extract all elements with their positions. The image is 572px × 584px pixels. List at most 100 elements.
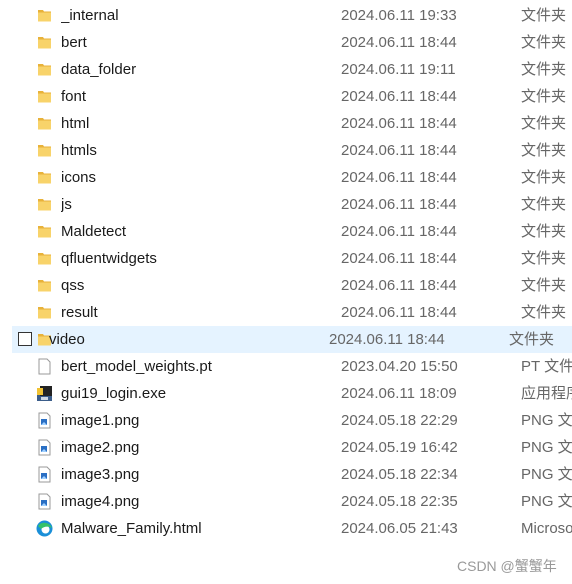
file-date: 2024.06.11 18:44 <box>341 250 457 267</box>
file-name: result <box>61 304 98 321</box>
file-type: 文件夹 <box>521 142 567 159</box>
file-type: 文件夹 <box>509 331 555 348</box>
file-date: 2024.06.11 18:44 <box>341 169 457 186</box>
file-type: 文件夹 <box>521 277 567 294</box>
file-type: 文件夹 <box>521 169 567 186</box>
file-row[interactable]: image1.png 2024.05.18 22:29 PNG 文件 <box>0 407 572 434</box>
file-name: qss <box>61 277 85 294</box>
file-row[interactable]: htmls 2024.06.11 18:44 文件夹 <box>0 137 572 164</box>
image-file-icon <box>36 466 53 483</box>
folder-icon <box>36 277 53 294</box>
image-file-icon <box>36 439 53 456</box>
select-checkbox[interactable] <box>18 332 32 346</box>
folder-icon <box>36 196 53 213</box>
file-name: video <box>49 331 85 348</box>
file-name: htmls <box>61 142 97 159</box>
file-list: _internal 2024.06.11 19:33 文件夹 bert 2024… <box>0 2 572 542</box>
file-row[interactable]: js 2024.06.11 18:44 文件夹 <box>0 191 572 218</box>
file-name: image3.png <box>61 466 140 483</box>
folder-icon <box>36 7 53 24</box>
file-type: PNG 文件 <box>521 466 572 483</box>
file-row[interactable]: _internal 2024.06.11 19:33 文件夹 <box>0 2 572 29</box>
file-name: _internal <box>61 7 119 24</box>
file-type: 文件夹 <box>521 61 567 78</box>
file-row[interactable]: Malware_Family.html 2024.06.05 21:43 Mic… <box>0 515 572 542</box>
file-row[interactable]: result 2024.06.11 18:44 文件夹 <box>0 299 572 326</box>
folder-icon <box>36 142 53 159</box>
file-date: 2024.06.11 19:33 <box>341 7 457 24</box>
file-date: 2024.06.11 18:44 <box>341 223 457 240</box>
file-name: icons <box>61 169 97 186</box>
folder-icon <box>36 115 53 132</box>
file-name: html <box>61 115 90 132</box>
folder-icon <box>36 250 53 267</box>
file-icon <box>36 358 53 375</box>
edge-icon <box>36 520 53 537</box>
file-date: 2024.06.11 18:44 <box>341 196 457 213</box>
file-row[interactable]: bert 2024.06.11 18:44 文件夹 <box>0 29 572 56</box>
file-row[interactable]: bert_model_weights.pt 2023.04.20 15:50 P… <box>0 353 572 380</box>
file-type: 文件夹 <box>521 196 567 213</box>
file-date: 2024.06.11 18:44 <box>341 88 457 105</box>
file-name: image4.png <box>61 493 140 510</box>
file-type: PNG 文件 <box>521 412 572 429</box>
file-name: image2.png <box>61 439 140 456</box>
file-type: 文件夹 <box>521 34 567 51</box>
file-row[interactable]: image3.png 2024.05.18 22:34 PNG 文件 <box>0 461 572 488</box>
file-name: Malware_Family.html <box>61 520 202 537</box>
folder-icon <box>36 88 53 105</box>
file-type: Microsoft Edge HTML Document <box>521 520 572 537</box>
folder-icon <box>36 169 53 186</box>
file-row[interactable]: Maldetect 2024.06.11 18:44 文件夹 <box>0 218 572 245</box>
file-date: 2024.05.18 22:34 <box>341 466 458 483</box>
file-date: 2024.06.11 18:44 <box>341 277 457 294</box>
exe-icon <box>36 385 53 402</box>
file-date: 2024.06.11 18:44 <box>341 304 457 321</box>
file-date: 2024.06.11 18:44 <box>341 34 457 51</box>
file-type: 文件夹 <box>521 250 567 267</box>
file-row[interactable]: qfluentwidgets 2024.06.11 18:44 文件夹 <box>0 245 572 272</box>
file-name: bert_model_weights.pt <box>61 358 212 375</box>
file-type: PNG 文件 <box>521 493 572 510</box>
file-row[interactable]: image4.png 2024.05.18 22:35 PNG 文件 <box>0 488 572 515</box>
file-type: 文件夹 <box>521 304 567 321</box>
watermark: CSDN @蟹蟹年 <box>457 558 557 574</box>
file-name: js <box>61 196 72 213</box>
file-date: 2024.05.18 22:29 <box>341 412 458 429</box>
file-row[interactable]: html 2024.06.11 18:44 文件夹 <box>0 110 572 137</box>
folder-icon <box>36 223 53 240</box>
file-date: 2024.06.11 19:11 <box>341 61 456 78</box>
file-date: 2024.06.11 18:44 <box>329 331 445 348</box>
file-type: PT 文件 <box>521 358 572 375</box>
file-name: bert <box>61 34 87 51</box>
image-file-icon <box>36 493 53 510</box>
file-row[interactable]: image2.png 2024.05.19 16:42 PNG 文件 <box>0 434 572 461</box>
file-date: 2024.06.11 18:09 <box>341 385 457 402</box>
image-file-icon <box>36 412 53 429</box>
folder-icon <box>36 34 53 51</box>
file-name: image1.png <box>61 412 140 429</box>
file-date: 2024.06.05 21:43 <box>341 520 458 537</box>
file-name: font <box>61 88 87 105</box>
file-name: Maldetect <box>61 223 127 240</box>
file-type: 应用程序 <box>521 385 572 402</box>
file-name: data_folder <box>61 61 137 78</box>
file-row[interactable]: gui19_login.exe 2024.06.11 18:09 应用程序 <box>0 380 572 407</box>
file-date: 2024.05.19 16:42 <box>341 439 458 456</box>
file-name: gui19_login.exe <box>61 385 167 402</box>
file-row[interactable]: icons 2024.06.11 18:44 文件夹 <box>0 164 572 191</box>
folder-icon <box>36 61 53 78</box>
file-type: PNG 文件 <box>521 439 572 456</box>
file-row[interactable]: font 2024.06.11 18:44 文件夹 <box>0 83 572 110</box>
file-name: qfluentwidgets <box>61 250 157 267</box>
file-date: 2024.06.11 18:44 <box>341 142 457 159</box>
folder-icon <box>36 304 53 321</box>
file-type: 文件夹 <box>521 88 567 105</box>
file-row[interactable]: qss 2024.06.11 18:44 文件夹 <box>0 272 572 299</box>
file-type: 文件夹 <box>521 7 567 24</box>
file-type: 文件夹 <box>521 115 567 132</box>
file-row[interactable]: data_folder 2024.06.11 19:11 文件夹 <box>0 56 572 83</box>
file-type: 文件夹 <box>521 223 567 240</box>
file-row[interactable]: video 2024.06.11 18:44 文件夹 <box>12 326 572 353</box>
file-date: 2024.06.11 18:44 <box>341 115 457 132</box>
